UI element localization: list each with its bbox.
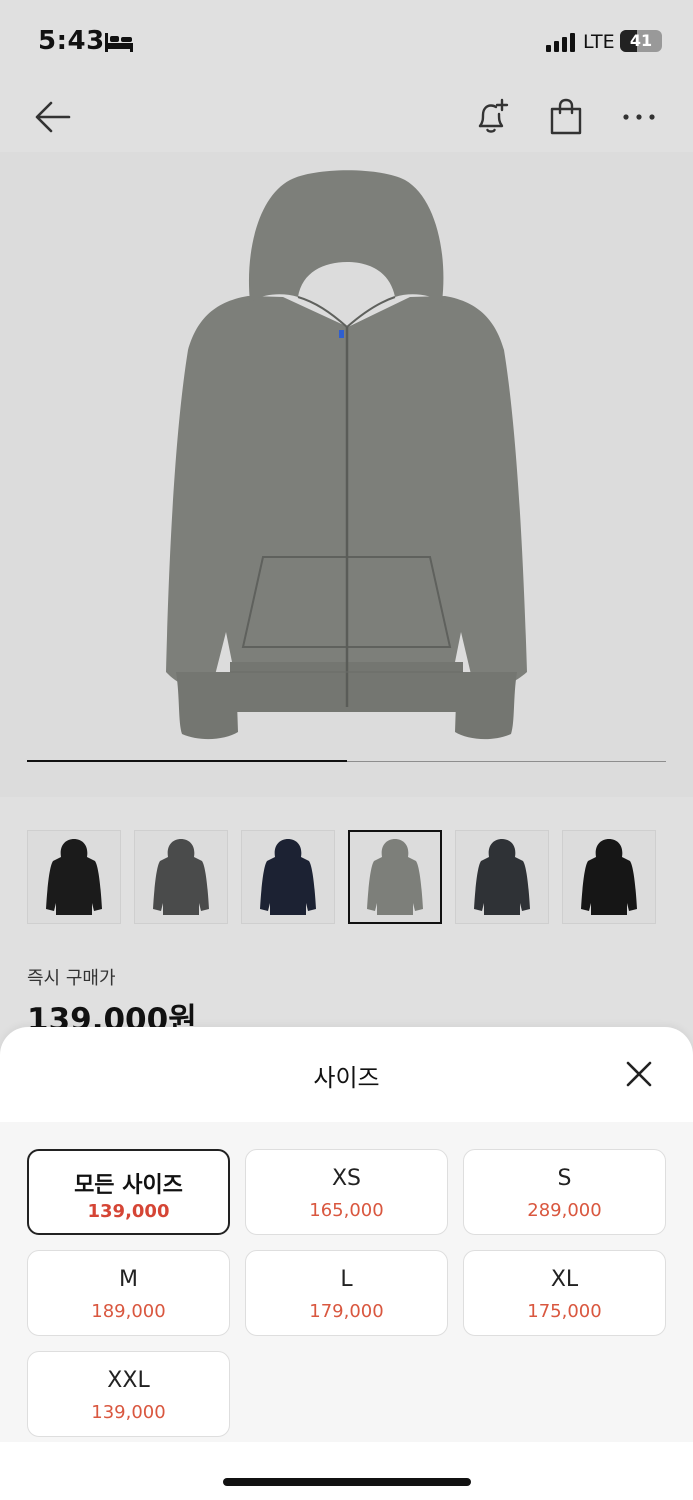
network-type: LTE	[583, 31, 615, 53]
size-option-name: L	[340, 1267, 353, 1292]
size-option-price: 189,000	[91, 1301, 166, 1322]
shopping-bag-button[interactable]	[538, 82, 594, 152]
size-option-price: 289,000	[527, 1200, 602, 1221]
size-option-name: XXL	[107, 1368, 150, 1393]
hoodie-product-image	[166, 170, 527, 740]
size-option-name: S	[557, 1166, 572, 1191]
more-icon	[623, 114, 655, 120]
thumbnail-item[interactable]	[241, 830, 335, 924]
size-option-price: 175,000	[527, 1301, 602, 1322]
size-option-name: XL	[550, 1267, 579, 1292]
hoodie-thumbnail-image	[474, 839, 530, 915]
size-bottom-sheet: 사이즈 모든 사이즈 139,000 XS 165,000 S 289,000 …	[0, 1027, 693, 1500]
size-options-grid: 모든 사이즈 139,000 XS 165,000 S 289,000 M 18…	[0, 1122, 693, 1442]
hoodie-thumbnail-image	[46, 839, 102, 915]
size-option-m[interactable]: M 189,000	[27, 1250, 230, 1336]
status-time: 5:43	[38, 26, 105, 56]
thumbnail-item[interactable]	[348, 830, 442, 924]
thumbnail-item[interactable]	[455, 830, 549, 924]
size-option-xxl[interactable]: XXL 139,000	[27, 1351, 230, 1437]
close-button[interactable]	[614, 1049, 664, 1099]
size-option-price: 139,000	[87, 1201, 170, 1222]
nav-bar	[0, 82, 693, 152]
notify-button[interactable]	[463, 82, 519, 152]
instant-buy-price-label: 즉시 구매가	[27, 968, 116, 989]
sleep-focus-icon	[105, 33, 133, 52]
size-option-name: XS	[331, 1166, 362, 1191]
battery-icon: 41	[620, 30, 662, 52]
sheet-header: 사이즈	[0, 1027, 693, 1122]
product-image-carousel[interactable]	[0, 152, 693, 797]
image-progress-track	[27, 760, 666, 762]
battery-percent: 41	[629, 31, 653, 50]
hoodie-thumbnail-image	[581, 839, 637, 915]
hoodie-thumbnail-image	[367, 839, 423, 915]
image-progress-fill	[27, 760, 347, 762]
size-option-s[interactable]: S 289,000	[463, 1149, 666, 1235]
hoodie-thumbnail-image	[260, 839, 316, 915]
color-thumbnails	[27, 830, 666, 924]
size-option-xs[interactable]: XS 165,000	[245, 1149, 448, 1235]
size-option-name: M	[119, 1267, 138, 1292]
home-indicator	[223, 1478, 471, 1486]
bell-plus-icon	[478, 98, 509, 133]
size-option-name: 모든 사이즈	[74, 1173, 183, 1198]
size-option-price: 165,000	[309, 1200, 384, 1221]
back-arrow-icon	[35, 101, 71, 133]
more-button[interactable]	[611, 82, 667, 152]
shopping-bag-icon	[550, 98, 582, 135]
size-option-price: 179,000	[309, 1301, 384, 1322]
signal-icon	[546, 33, 575, 52]
thumbnail-item[interactable]	[562, 830, 656, 924]
sheet-title: 사이즈	[313, 1064, 380, 1092]
size-option-xl[interactable]: XL 175,000	[463, 1250, 666, 1336]
thumbnail-item[interactable]	[134, 830, 228, 924]
size-option-price: 139,000	[91, 1402, 166, 1423]
size-option-all[interactable]: 모든 사이즈 139,000	[27, 1149, 230, 1235]
status-bar: 5:43 LTE 41	[0, 0, 693, 80]
close-icon	[626, 1061, 652, 1087]
back-button[interactable]	[25, 82, 81, 152]
hoodie-thumbnail-image	[153, 839, 209, 915]
thumbnail-item[interactable]	[27, 830, 121, 924]
size-option-l[interactable]: L 179,000	[245, 1250, 448, 1336]
